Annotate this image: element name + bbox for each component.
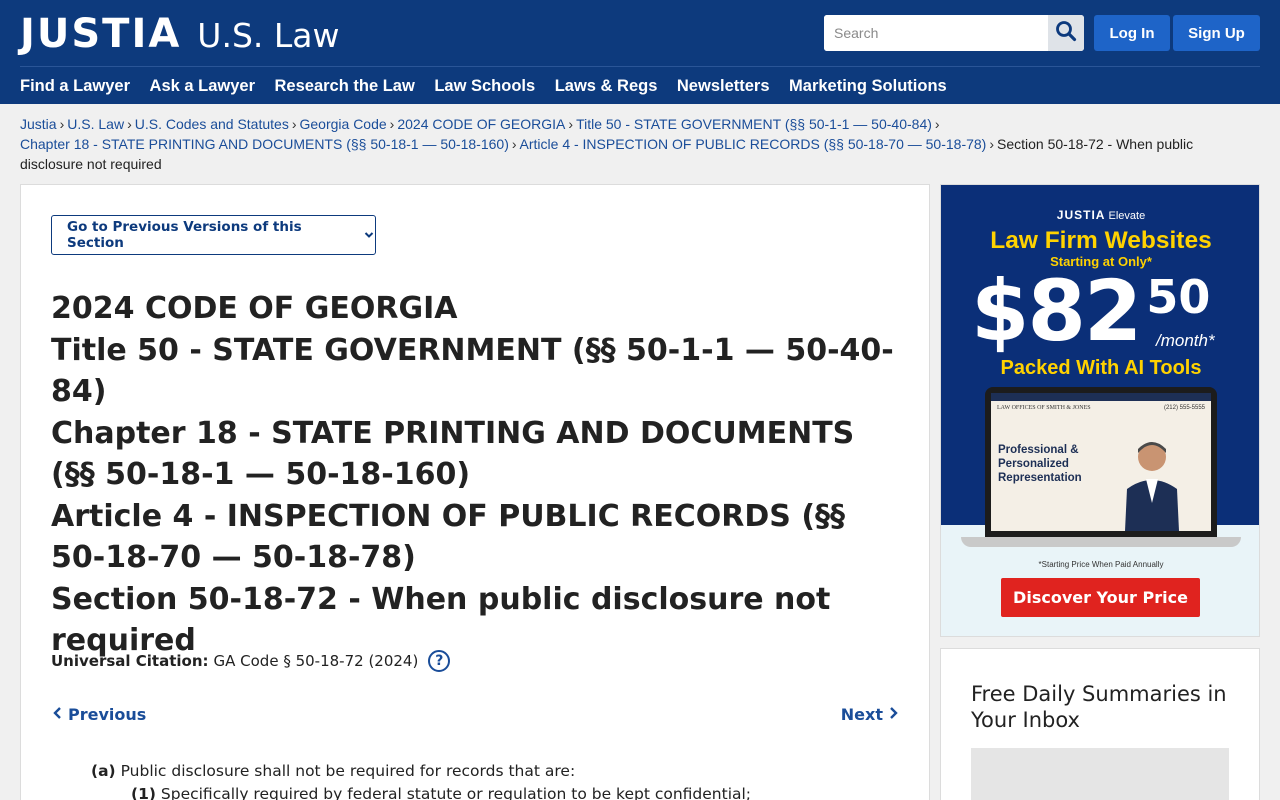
page-title: 2024 CODE OF GEORGIA Title 50 - STATE GO… <box>51 288 901 662</box>
newsletter-signup: Free Daily Summaries in Your Inbox <box>940 648 1260 800</box>
header-divider <box>20 66 1260 67</box>
screen-tagline-line: Professional & <box>998 444 1079 456</box>
site-header: JUSTIA U.S. Law Log In Sign Up Find a La… <box>0 0 1280 104</box>
justia-elevate-ad[interactable]: JUSTIA Elevate Law Firm Websites Startin… <box>940 184 1260 637</box>
person-illustration <box>1125 442 1179 531</box>
screen-tagline: Professional & Personalized Representati… <box>998 443 1082 485</box>
statute-text: (a) Public disclosure shall not be requi… <box>91 760 751 800</box>
ad-footnote: *Starting Price When Paid Annually <box>1038 560 1164 569</box>
breadcrumb-link[interactable]: 2024 CODE OF GEORGIA <box>397 116 565 132</box>
nav-research-the-law[interactable]: Research the Law <box>275 76 415 96</box>
ad-brand: JUSTIA Elevate <box>941 208 1259 222</box>
breadcrumb-link[interactable]: Chapter 18 - STATE PRINTING AND DOCUMENT… <box>20 136 509 152</box>
ad-price-cents: 50 <box>1146 270 1211 324</box>
breadcrumb-link[interactable]: U.S. Codes and Statutes <box>135 116 289 132</box>
ad-headline: Law Firm Websites <box>990 227 1212 254</box>
logo-sub-text: U.S. Law <box>197 16 340 55</box>
paragraph-text: Public disclosure shall not be required … <box>120 762 576 780</box>
logo-main-text: JUSTIA <box>20 11 182 57</box>
ad-brand-sub: Elevate <box>1108 210 1146 222</box>
laptop-base <box>961 537 1241 547</box>
nav-marketing-solutions[interactable]: Marketing Solutions <box>789 76 947 96</box>
justia-logo[interactable]: JUSTIA U.S. Law <box>20 12 339 58</box>
ad-price-main: $82 <box>971 262 1142 360</box>
title-article: Article 4 - INSPECTION OF PUBLIC RECORDS… <box>51 498 846 576</box>
chevron-down-icon <box>363 229 375 241</box>
discover-price-button[interactable]: Discover Your Price <box>1001 578 1200 617</box>
nav-laws-and-regs[interactable]: Laws & Regs <box>555 76 658 96</box>
newsletter-email-field[interactable] <box>971 748 1229 800</box>
breadcrumb-separator: › <box>59 116 65 132</box>
previous-versions-dropdown[interactable]: Go to Previous Versions of this Section <box>51 215 376 255</box>
search-input[interactable] <box>824 15 1048 51</box>
screen-nav-bar <box>991 393 1211 401</box>
breadcrumb-separator: › <box>127 116 132 132</box>
breadcrumb-link[interactable]: Title 50 - STATE GOVERNMENT (§§ 50-1-1 —… <box>576 116 932 132</box>
breadcrumb-separator: › <box>511 136 517 152</box>
previous-versions-label: Go to Previous Versions of this Section <box>67 219 302 251</box>
main-nav: Find a Lawyer Ask a Lawyer Research the … <box>20 76 966 96</box>
breadcrumb-separator: › <box>291 116 297 132</box>
statute-paragraph: (1) Specifically required by federal sta… <box>131 783 751 800</box>
paragraph-marker: (1) <box>131 785 156 800</box>
ad-packed-text: Packed With AI Tools <box>1000 357 1202 379</box>
screen-tagline-line: Personalized <box>998 458 1069 470</box>
screen-tagline-line: Representation <box>998 472 1082 484</box>
citation-value: GA Code § 50-18-72 (2024) <box>213 652 419 670</box>
signup-button[interactable]: Sign Up <box>1173 15 1260 51</box>
previous-label: Previous <box>68 705 147 724</box>
nav-newsletters[interactable]: Newsletters <box>677 76 770 96</box>
login-button[interactable]: Log In <box>1094 15 1170 51</box>
screen-phone: (212) 555-5555 <box>1163 405 1205 411</box>
help-icon[interactable]: ? <box>428 650 451 672</box>
breadcrumb-link[interactable]: U.S. Law <box>67 116 124 132</box>
search-box <box>824 15 1084 51</box>
breadcrumb-link[interactable]: Georgia Code <box>300 116 387 132</box>
nav-ask-a-lawyer[interactable]: Ask a Lawyer <box>150 76 255 96</box>
previous-section-link[interactable]: Previous <box>52 705 146 724</box>
chevron-right-icon <box>887 705 899 724</box>
citation-label: Universal Citation: <box>51 652 209 670</box>
search-button[interactable] <box>1048 15 1084 51</box>
next-label: Next <box>840 705 883 724</box>
statute-paragraph: (a) Public disclosure shall not be requi… <box>91 760 751 783</box>
breadcrumb-link[interactable]: Article 4 - INSPECTION OF PUBLIC RECORDS… <box>520 136 987 152</box>
title-chapter: Chapter 18 - STATE PRINTING AND DOCUMENT… <box>51 415 855 493</box>
screen-firm-name: LAW OFFICES OF SMITH & JONES <box>997 405 1091 411</box>
paragraph-marker: (a) <box>91 762 116 780</box>
search-icon <box>1055 20 1077 47</box>
breadcrumb-separator: › <box>568 116 574 132</box>
laptop-illustration: LAW OFFICES OF SMITH & JONES (212) 555-5… <box>985 387 1217 537</box>
breadcrumb-separator: › <box>989 136 995 152</box>
paragraph-text: Specifically required by federal statute… <box>160 785 752 800</box>
breadcrumb-separator: › <box>934 116 940 132</box>
nav-find-a-lawyer[interactable]: Find a Lawyer <box>20 76 130 96</box>
breadcrumb-separator: › <box>389 116 395 132</box>
title-code: 2024 CODE OF GEORGIA <box>51 291 458 326</box>
laptop-screen: LAW OFFICES OF SMITH & JONES (212) 555-5… <box>991 393 1211 531</box>
main-content: Go to Previous Versions of this Section … <box>20 184 930 800</box>
breadcrumb: Justia › U.S. Law › U.S. Codes and Statutes ›… <box>20 114 1220 174</box>
newsletter-title: Free Daily Summaries in Your Inbox <box>971 682 1227 732</box>
breadcrumb-link[interactable]: Justia <box>20 116 57 132</box>
title-title: Title 50 - STATE GOVERNMENT (§§ 50-1-1 —… <box>51 332 894 410</box>
universal-citation: Universal Citation: GA Code § 50-18-72 (… <box>51 650 451 672</box>
next-section-link[interactable]: Next <box>841 705 899 724</box>
chevron-left-icon <box>52 705 64 724</box>
ad-brand-name: JUSTIA <box>1056 208 1106 222</box>
ad-price-period: /month* <box>1156 331 1215 350</box>
nav-law-schools[interactable]: Law Schools <box>434 76 535 96</box>
